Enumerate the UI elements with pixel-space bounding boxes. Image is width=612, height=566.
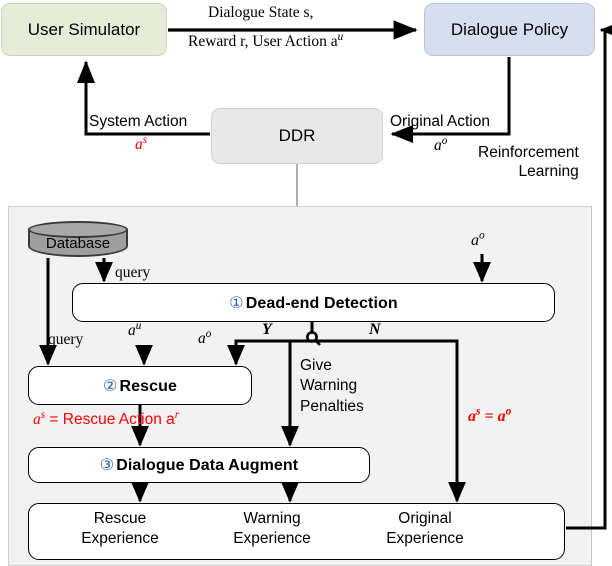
experience-item-warning: Warning Experience [192, 509, 352, 549]
step-2-number: ② [103, 377, 118, 395]
node-dead-end-detection[interactable]: ① Dead-end Detection [72, 283, 555, 322]
step-1-number: ① [229, 294, 244, 312]
experience-original-line1: Original [398, 510, 452, 527]
label-orig-action-to-rescue: ao [198, 327, 212, 347]
step-1-label: Dead-end Detection [245, 294, 398, 312]
experience-warning-line2: Experience [233, 529, 311, 547]
experience-rescue-line2: Experience [81, 529, 159, 547]
diagram-canvas: User Simulator Dialogue Policy DDR Dialo… [0, 0, 612, 566]
label-give-warning-penalties: Give Warning Penalties [300, 357, 364, 415]
node-database[interactable]: Database [28, 221, 128, 261]
step-1-title: ① Dead-end Detection [229, 293, 398, 313]
step-3-number: ③ [99, 457, 115, 474]
node-rescue[interactable]: ② Rescue [28, 366, 252, 405]
edge-label-system-action-symbol: as [135, 133, 148, 153]
experience-original-line2: Experience [386, 529, 464, 547]
label-rescue-action-assignment: as = Rescue Action ar [33, 408, 180, 428]
node-database-label: Database [45, 234, 111, 252]
node-user-simulator[interactable]: User Simulator [1, 3, 167, 56]
node-ddr[interactable]: DDR [211, 108, 383, 164]
experience-warning-line1: Warning [243, 510, 301, 527]
label-input-original-action: ao [471, 229, 485, 249]
step-3-title: ③ Dialogue Data Augment [100, 455, 298, 475]
edge-label-original-action-symbol: ao [434, 134, 448, 154]
edge-label-dialogue-state: Dialogue State s, [208, 4, 314, 21]
label-passthrough-action-assignment: as = ao [468, 405, 512, 425]
label-reinforcement-learning: Reinforcement Learning [478, 144, 579, 181]
node-dialogue-data-augment[interactable]: ③ Dialogue Data Augment [28, 447, 370, 483]
step-3-label: Dialogue Data Augment [116, 457, 299, 474]
experience-item-original: Original Experience [345, 509, 505, 549]
node-dialogue-policy[interactable]: Dialogue Policy [424, 3, 595, 56]
edge-label-reward-user-action: Reward r, User Action au [188, 30, 344, 50]
label-query-to-rescue: query [48, 331, 84, 348]
experience-item-rescue: Rescue Experience [40, 509, 200, 549]
experience-rescue-line1: Rescue [93, 510, 147, 527]
branch-label-no: N [369, 321, 381, 338]
node-dialogue-policy-label: Dialogue Policy [450, 19, 569, 39]
node-ddr-label: DDR [278, 126, 316, 146]
step-2-label: Rescue [119, 377, 177, 395]
step-2-title: ② Rescue [103, 376, 177, 396]
edge-label-original-action: Original Action [390, 113, 490, 130]
branch-label-yes: Y [262, 321, 272, 338]
edge-label-system-action: System Action [89, 113, 188, 130]
node-user-simulator-label: User Simulator [27, 19, 141, 39]
label-user-action-symbol: au [128, 319, 142, 339]
label-query-to-detection: query [115, 264, 151, 281]
